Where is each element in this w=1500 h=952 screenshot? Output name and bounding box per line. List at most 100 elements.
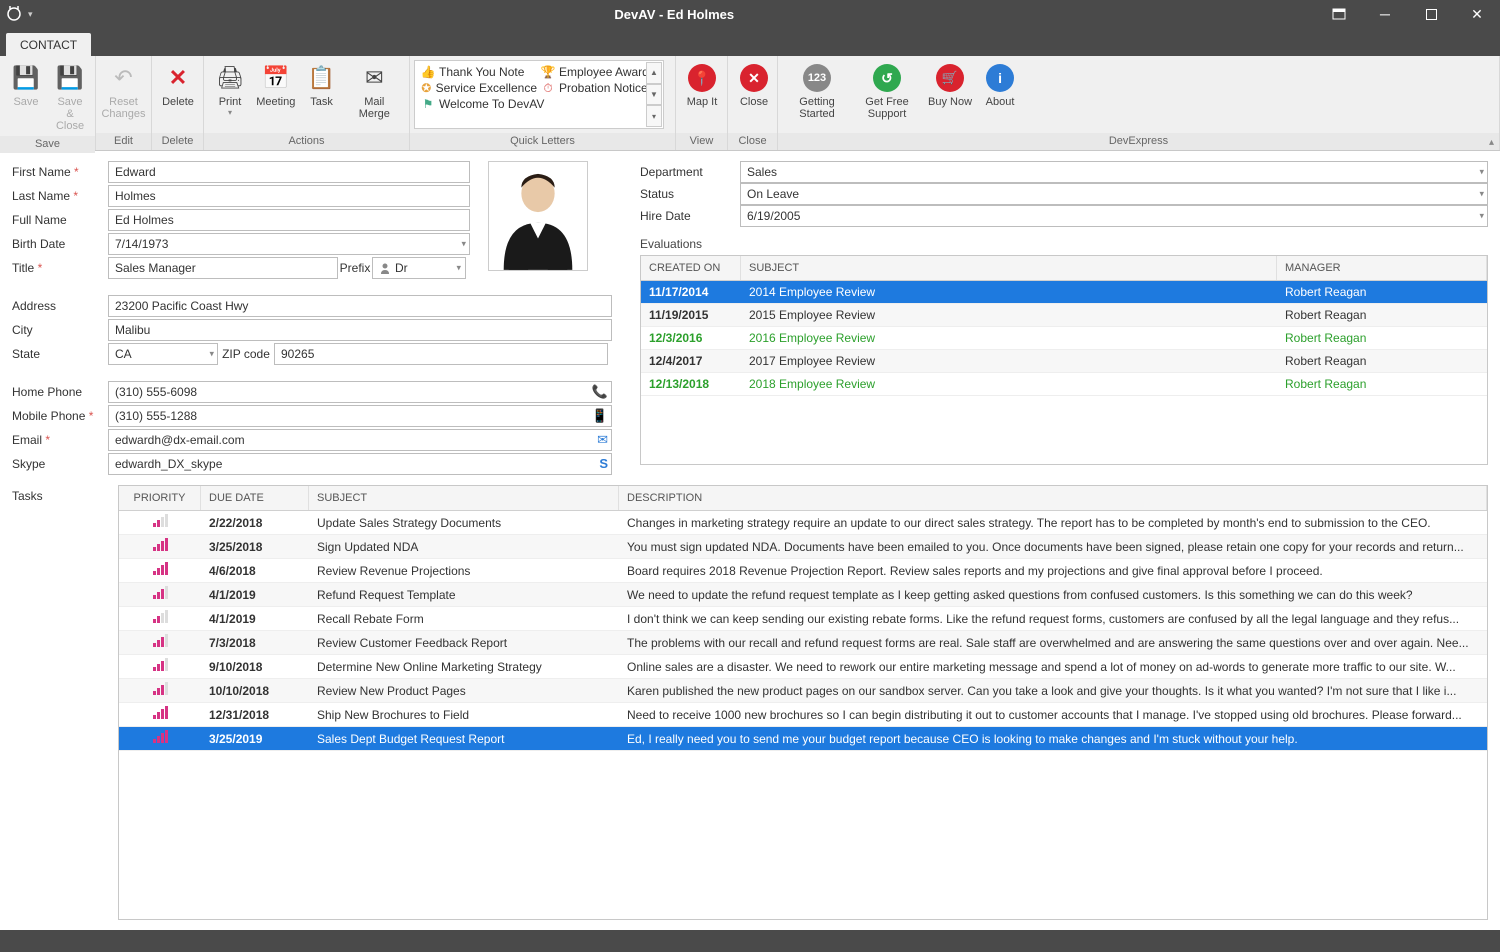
email-input[interactable]	[108, 429, 612, 451]
map-it-button[interactable]: 📍Map It	[680, 58, 724, 131]
first-name-input[interactable]	[108, 161, 470, 183]
close-icon: ✕	[740, 64, 768, 92]
group-label-delete: Delete	[152, 133, 203, 150]
label-first-name: First Name	[12, 165, 108, 179]
city-input[interactable]	[108, 319, 612, 341]
mobile-phone-input[interactable]	[108, 405, 612, 427]
tasks-grid[interactable]: PRIORITY DUE DATE SUBJECT DESCRIPTION 2/…	[118, 485, 1488, 920]
col-description[interactable]: DESCRIPTION	[619, 486, 1487, 510]
col-subject[interactable]: SUBJECT	[741, 256, 1277, 280]
col-due-date[interactable]: DUE DATE	[201, 486, 309, 510]
person-icon	[379, 262, 391, 274]
label-full-name: Full Name	[12, 213, 108, 227]
ql-employee-award[interactable]: 🏆Employee Award	[539, 64, 659, 80]
phone-icon[interactable]: 📞	[592, 384, 608, 400]
label-evaluations: Evaluations	[640, 237, 1488, 251]
print-button[interactable]: 🖨Print▾	[208, 58, 252, 131]
zip-input[interactable]	[274, 343, 608, 365]
gallery-up[interactable]: ▲	[646, 62, 662, 84]
priority-icon	[153, 659, 168, 671]
about-button[interactable]: iAbout	[978, 58, 1022, 131]
buy-now-button[interactable]: 🛒Buy Now	[922, 58, 978, 131]
priority-icon	[153, 611, 168, 623]
address-input[interactable]	[108, 295, 612, 317]
col-priority[interactable]: PRIORITY	[119, 486, 201, 510]
ribbon-display-icon[interactable]	[1316, 0, 1362, 28]
reset-changes-button[interactable]: ↶Reset Changes	[100, 58, 147, 131]
save-button[interactable]: 💾Save	[4, 58, 48, 134]
delete-button[interactable]: ✕Delete	[156, 58, 200, 131]
ql-welcome[interactable]: ⚑Welcome To DevAV	[419, 96, 659, 112]
col-manager[interactable]: MANAGER	[1277, 256, 1487, 280]
label-zip: ZIP code	[218, 347, 274, 361]
getting-started-icon: 123	[803, 64, 831, 92]
task-row[interactable]: 10/10/2018Review New Product PagesKaren …	[119, 679, 1487, 703]
task-row[interactable]: 4/6/2018Review Revenue ProjectionsBoard …	[119, 559, 1487, 583]
group-label-quick-letters: Quick Letters	[410, 133, 675, 150]
last-name-input[interactable]	[108, 185, 470, 207]
task-button[interactable]: 📋Task	[300, 58, 344, 131]
save-close-button[interactable]: 💾Save & Close	[48, 58, 92, 134]
ribbon-tabs: CONTACT	[0, 28, 1500, 56]
support-icon: ↺	[873, 64, 901, 92]
close-window-button[interactable]: ✕	[1454, 0, 1500, 28]
col-task-subject[interactable]: SUBJECT	[309, 486, 619, 510]
task-row[interactable]: 12/31/2018Ship New Brochures to FieldNee…	[119, 703, 1487, 727]
full-name-input[interactable]	[108, 209, 470, 231]
label-status: Status	[640, 187, 740, 201]
group-label-devexpress: DevExpress	[778, 133, 1499, 150]
evaluations-grid[interactable]: CREATED ON SUBJECT MANAGER 11/17/2014201…	[640, 255, 1488, 465]
col-created-on[interactable]: CREATED ON	[641, 256, 741, 280]
state-select[interactable]	[108, 343, 218, 365]
task-row[interactable]: 4/1/2019Recall Rebate FormI don't think …	[119, 607, 1487, 631]
priority-icon	[153, 731, 168, 743]
close-button[interactable]: ✕Close	[732, 58, 776, 131]
ql-thank-you[interactable]: 👍Thank You Note	[419, 64, 539, 80]
group-label-actions: Actions	[204, 133, 409, 150]
label-address: Address	[12, 299, 108, 313]
quick-letters-gallery[interactable]: 👍Thank You Note 🏆Employee Award ✪Service…	[414, 60, 664, 129]
meeting-button[interactable]: 📅Meeting	[252, 58, 300, 131]
getting-started-button[interactable]: 123Getting Started	[782, 58, 852, 131]
gallery-expand[interactable]: ▾	[646, 105, 662, 127]
ql-probation[interactable]: ⏱Probation Notice	[539, 80, 659, 96]
save-icon: 💾	[12, 64, 40, 92]
task-row[interactable]: 4/1/2019Refund Request TemplateWe need t…	[119, 583, 1487, 607]
contact-photo[interactable]	[488, 161, 588, 271]
evaluation-row[interactable]: 11/19/20152015 Employee ReviewRobert Rea…	[641, 304, 1487, 327]
task-row[interactable]: 2/22/2018Update Sales Strategy Documents…	[119, 511, 1487, 535]
gallery-down[interactable]: ▼	[646, 84, 662, 106]
evaluation-row[interactable]: 12/13/20182018 Employee ReviewRobert Rea…	[641, 373, 1487, 396]
prefix-select[interactable]: Dr▾	[372, 257, 466, 279]
department-select[interactable]	[740, 161, 1488, 183]
hire-date-input[interactable]	[740, 205, 1488, 227]
content-area: First Name Last Name Full Name Birth Dat…	[0, 151, 1500, 930]
evaluation-row[interactable]: 12/4/20172017 Employee ReviewRobert Reag…	[641, 350, 1487, 373]
clock-icon: ⏱	[541, 81, 555, 95]
task-row[interactable]: 3/25/2018Sign Updated NDAYou must sign u…	[119, 535, 1487, 559]
label-home-phone: Home Phone	[12, 385, 108, 399]
task-row[interactable]: 9/10/2018Determine New Online Marketing …	[119, 655, 1487, 679]
skype-icon[interactable]: S	[599, 456, 608, 471]
get-support-button[interactable]: ↺Get Free Support	[852, 58, 922, 131]
task-row[interactable]: 7/3/2018Review Customer Feedback ReportT…	[119, 631, 1487, 655]
maximize-button[interactable]	[1408, 0, 1454, 28]
evaluation-row[interactable]: 11/17/20142014 Employee ReviewRobert Rea…	[641, 281, 1487, 304]
minimize-button[interactable]: ─	[1362, 0, 1408, 28]
priority-icon	[153, 587, 168, 599]
status-select[interactable]	[740, 183, 1488, 205]
skype-input[interactable]	[108, 453, 612, 475]
task-row[interactable]: 3/25/2019Sales Dept Budget Request Repor…	[119, 727, 1487, 751]
birth-date-input[interactable]	[108, 233, 470, 255]
ql-service-excellence[interactable]: ✪Service Excellence	[419, 80, 539, 96]
evaluation-row[interactable]: 12/3/20162016 Employee ReviewRobert Reag…	[641, 327, 1487, 350]
save-close-icon: 💾	[56, 64, 84, 92]
mail-merge-icon: ✉	[360, 64, 388, 92]
mail-merge-button[interactable]: ✉Mail Merge	[344, 58, 405, 131]
collapse-ribbon-icon[interactable]: ▴	[1489, 137, 1494, 148]
home-phone-input[interactable]	[108, 381, 612, 403]
tab-contact[interactable]: CONTACT	[6, 33, 91, 56]
mobile-icon[interactable]: 📱	[592, 408, 608, 424]
email-icon[interactable]: ✉	[597, 432, 608, 448]
title-input[interactable]	[108, 257, 338, 279]
